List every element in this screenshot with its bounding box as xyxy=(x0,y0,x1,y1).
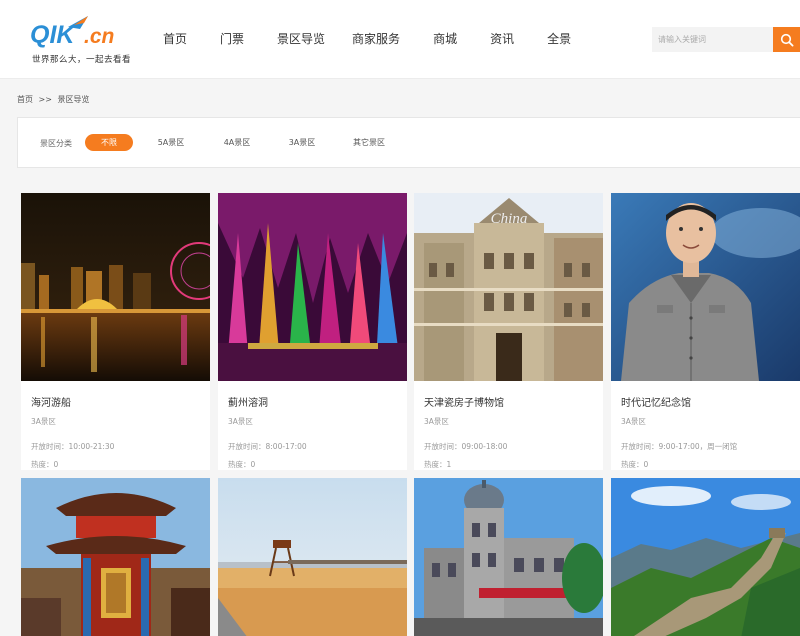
nav-tickets[interactable]: 门票 xyxy=(220,30,244,47)
scenic-image-night-river[interactable] xyxy=(21,193,210,381)
scenic-image-porcelain-house[interactable]: China xyxy=(414,193,603,381)
card-title[interactable]: 蓟州溶洞 xyxy=(228,394,397,409)
card-hours: 开放时间：09:00-18:00 xyxy=(424,442,508,451)
card-heat: 热度：0 xyxy=(621,460,649,469)
scenic-image-karst-cave[interactable] xyxy=(218,193,407,381)
breadcrumb-home[interactable]: 首页 xyxy=(17,95,33,104)
card-hours: 开放时间：9:00-17:00，周一闭馆 xyxy=(621,442,738,451)
svg-text:.cn: .cn xyxy=(84,25,114,48)
scenic-card[interactable] xyxy=(414,478,603,636)
card-level: 3A景区 xyxy=(31,417,56,426)
nav-mall[interactable]: 商城 xyxy=(433,30,457,47)
breadcrumb: 首页 >> 景区导览 xyxy=(17,94,93,105)
card-heat: 热度：0 xyxy=(31,460,59,469)
category-filter: 景区分类 不限 5A景区 4A景区 3A景区 其它景区 xyxy=(17,117,800,168)
breadcrumb-current: 景区导览 xyxy=(57,95,90,104)
scenic-card[interactable]: China 天津瓷房子博物馆 3A景区 开放时间：09:00-18:00 热度：… xyxy=(414,193,603,470)
search-box xyxy=(652,27,800,52)
filter-option-4a[interactable]: 4A景区 xyxy=(222,134,252,151)
search-button[interactable] xyxy=(773,27,800,52)
card-title[interactable]: 时代记忆纪念馆 xyxy=(621,394,790,409)
card-heat: 热度：1 xyxy=(424,460,452,469)
search-input[interactable] xyxy=(652,27,773,52)
scenic-card[interactable] xyxy=(611,478,800,636)
filter-option-other[interactable]: 其它景区 xyxy=(352,134,386,151)
scenic-image-beach[interactable] xyxy=(218,478,407,636)
card-hours: 开放时间：8:00-17:00 xyxy=(228,442,307,451)
logo-mark: QIK .cn xyxy=(30,16,114,49)
card-hours: 开放时间：10:00-21:30 xyxy=(31,442,115,451)
nav-news[interactable]: 资讯 xyxy=(490,30,514,47)
scenic-image-temple[interactable] xyxy=(21,478,210,636)
card-heat: 热度：0 xyxy=(228,460,256,469)
svg-text:QIK: QIK xyxy=(30,21,76,49)
site-logo[interactable]: QIK .cn 世界那么大，一起去看看 xyxy=(30,13,140,65)
scenic-image-great-wall[interactable] xyxy=(611,478,800,636)
filter-option-5a[interactable]: 5A景区 xyxy=(156,134,186,151)
filter-option-all[interactable]: 不限 xyxy=(85,134,133,151)
search-icon xyxy=(780,33,794,47)
svg-text:China: China xyxy=(491,211,528,227)
scenic-image-european-building[interactable] xyxy=(414,478,603,636)
nav-merchant-services[interactable]: 商家服务 xyxy=(352,30,400,47)
scenic-card[interactable]: 时代记忆纪念馆 3A景区 开放时间：9:00-17:00，周一闭馆 热度：0 xyxy=(611,193,800,470)
nav-scenic-guide[interactable]: 景区导览 xyxy=(277,30,325,47)
scenic-card[interactable] xyxy=(218,478,407,636)
scenic-card[interactable]: 海河游船 3A景区 开放时间：10:00-21:30 热度：0 xyxy=(21,193,210,470)
card-title[interactable]: 天津瓷房子博物馆 xyxy=(424,394,593,409)
card-title[interactable]: 海河游船 xyxy=(31,394,200,409)
logo-slogan: 世界那么大，一起去看看 xyxy=(32,55,132,65)
nav-home[interactable]: 首页 xyxy=(163,30,187,47)
main-nav: 首页 门票 景区导览 商家服务 商城 资讯 全景 xyxy=(163,30,603,47)
filter-label: 景区分类 xyxy=(40,139,72,148)
card-level: 3A景区 xyxy=(424,417,449,426)
filter-option-3a[interactable]: 3A景区 xyxy=(287,134,317,151)
scenic-card[interactable]: 蓟州溶洞 3A景区 开放时间：8:00-17:00 热度：0 xyxy=(218,193,407,470)
scenic-card[interactable] xyxy=(21,478,210,636)
card-level: 3A景区 xyxy=(621,417,646,426)
scenic-image-memorial-hall[interactable] xyxy=(611,193,800,381)
breadcrumb-separator: >> xyxy=(38,95,52,104)
nav-panorama[interactable]: 全景 xyxy=(547,30,571,47)
card-level: 3A景区 xyxy=(228,417,253,426)
site-header: QIK .cn 世界那么大，一起去看看 首页 门票 景区导览 商家服务 商城 资… xyxy=(0,0,800,79)
